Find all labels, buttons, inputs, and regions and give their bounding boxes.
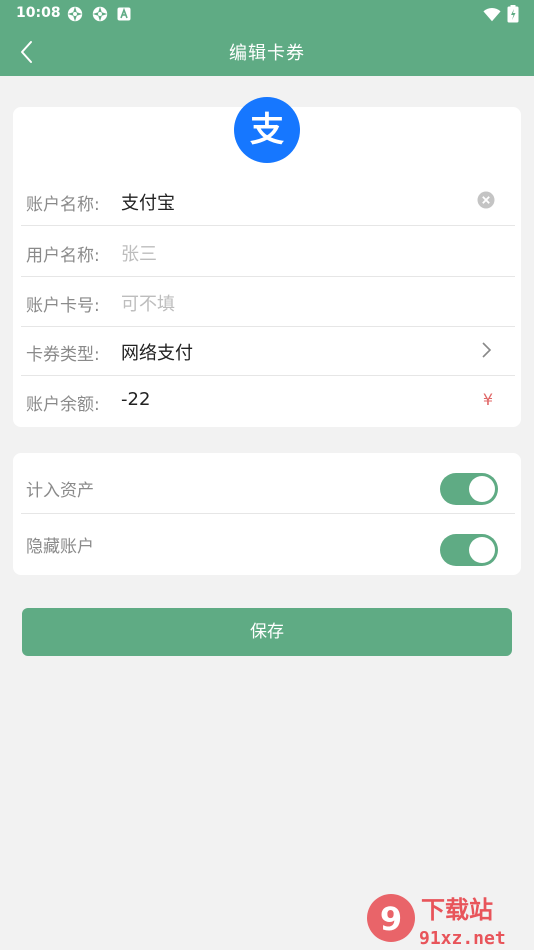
field-card-number[interactable]: 账户卡号: 可不填: [21, 277, 515, 327]
field-balance[interactable]: 账户余额: -22 ¥: [21, 376, 515, 425]
account-name-input[interactable]: 支付宝: [121, 189, 175, 215]
account-card: 支 账户名称: 支付宝 用户名称: 张三 账户卡号: 可不填 卡券类型: 网络支…: [13, 97, 521, 427]
setting-label: 计入资产: [26, 481, 94, 501]
alipay-logo: 支: [234, 97, 300, 163]
clear-icon[interactable]: [477, 191, 495, 209]
toggle-knob: [469, 476, 495, 502]
app-bar: 编辑卡券: [0, 28, 534, 76]
svg-text:支: 支: [250, 110, 284, 150]
status-bar: 10:08: [0, 0, 534, 28]
notification-a-icon: [117, 7, 131, 21]
watermark-logo: 9 下载站 91xz.net: [367, 894, 506, 949]
currency-symbol: ¥: [482, 390, 493, 409]
setting-hide-account: 隐藏账户: [21, 515, 515, 573]
setting-include-assets: 计入资产: [21, 459, 515, 514]
toggle-knob: [469, 537, 495, 563]
user-name-input[interactable]: 张三: [121, 240, 157, 266]
chevron-right-icon[interactable]: [479, 341, 493, 359]
save-button[interactable]: 保存: [22, 608, 512, 656]
setting-label: 隐藏账户: [26, 537, 94, 557]
pinwheel-icon: [92, 6, 108, 22]
wifi-icon: [483, 8, 501, 22]
card-number-input[interactable]: 可不填: [121, 290, 175, 316]
battery-icon: [507, 5, 519, 23]
card-type-select[interactable]: 网络支付: [121, 339, 193, 365]
field-card-type[interactable]: 卡券类型: 网络支付: [21, 326, 515, 376]
svg-text:91xz.net: 91xz.net: [419, 928, 506, 949]
hide-account-toggle[interactable]: [440, 534, 498, 566]
pinwheel-icon: [67, 6, 83, 22]
field-account-name[interactable]: 账户名称: 支付宝: [21, 176, 515, 226]
field-label: 卡券类型:: [26, 345, 100, 365]
field-label: 账户卡号:: [26, 296, 100, 316]
field-label: 账户余额:: [26, 395, 100, 415]
include-assets-toggle[interactable]: [440, 473, 498, 505]
page-title: 编辑卡券: [229, 43, 305, 64]
field-user-name[interactable]: 用户名称: 张三: [21, 227, 515, 277]
field-label: 用户名称:: [26, 246, 100, 266]
svg-text:9: 9: [380, 900, 402, 938]
svg-text:下载站: 下载站: [421, 896, 493, 924]
status-time: 10:08: [16, 5, 61, 21]
field-label: 账户名称:: [26, 195, 100, 215]
balance-input[interactable]: -22: [121, 389, 150, 410]
settings-card: 计入资产 隐藏账户: [13, 453, 521, 575]
